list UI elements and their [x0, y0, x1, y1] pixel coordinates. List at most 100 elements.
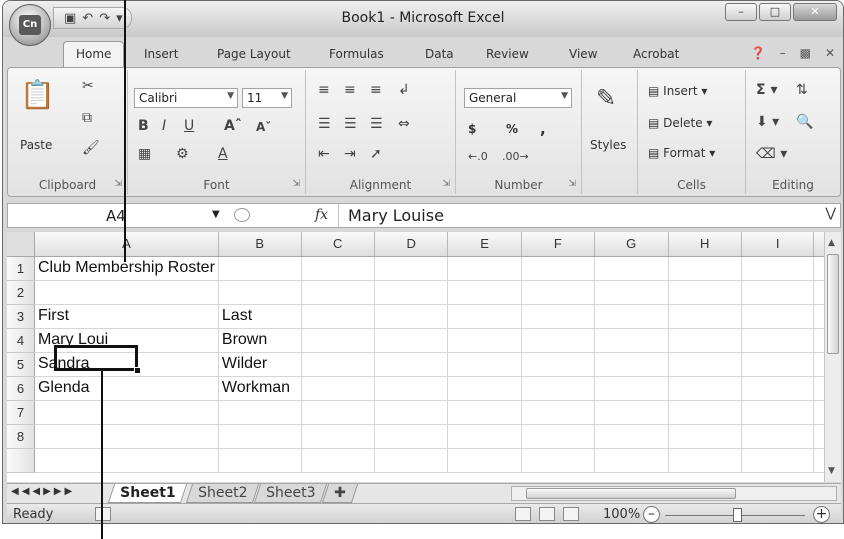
name-box[interactable]: A4 [8, 204, 224, 227]
cell[interactable] [301, 352, 375, 377]
row-header[interactable] [7, 448, 35, 473]
cell-a5[interactable]: Sandra [34, 352, 219, 377]
borders-icon[interactable]: ▦ [138, 146, 151, 162]
insert-cells-button[interactable]: ▤ Insert ▾ [648, 84, 707, 98]
styles-button[interactable]: Styles [590, 138, 626, 152]
cell[interactable] [741, 376, 815, 401]
column-header[interactable]: B [218, 232, 302, 257]
cell[interactable] [741, 352, 815, 377]
paste-button[interactable]: Paste [20, 138, 52, 152]
cell[interactable] [741, 328, 815, 353]
cell[interactable] [374, 448, 449, 473]
align-bottom-icon[interactable]: ≡ [370, 82, 382, 98]
cell[interactable] [521, 304, 595, 329]
cell[interactable] [301, 376, 375, 401]
cell[interactable] [301, 448, 375, 473]
scroll-down-icon[interactable]: ▼ [828, 466, 835, 476]
alignment-launcher-icon[interactable]: ⇲ [442, 179, 450, 189]
cell[interactable] [594, 376, 669, 401]
cell[interactable] [521, 256, 595, 281]
italic-icon[interactable]: I [162, 118, 166, 134]
horizontal-scroll-thumb[interactable] [526, 488, 736, 499]
row-header[interactable]: 6 [7, 376, 35, 401]
row-header[interactable]: 3 [7, 304, 35, 329]
tab-view[interactable]: View [569, 47, 597, 61]
office-button[interactable]: Cn [9, 4, 51, 46]
cell[interactable] [447, 400, 522, 425]
decrease-indent-icon[interactable]: ⇤ [318, 146, 330, 162]
column-header[interactable]: A [34, 232, 219, 257]
cell[interactable] [374, 400, 449, 425]
cell[interactable] [741, 280, 815, 305]
wrap-text-icon[interactable]: ↲ [398, 82, 410, 98]
format-cells-button[interactable]: ▤ Format ▾ [648, 146, 715, 160]
cell-a6[interactable]: Glenda [34, 376, 219, 401]
tab-review[interactable]: Review [486, 47, 529, 61]
sheet-tab-3[interactable]: Sheet3 [253, 484, 328, 503]
paste-icon[interactable]: 📋 [20, 78, 55, 111]
cell[interactable] [668, 280, 742, 305]
cell[interactable] [668, 328, 742, 353]
ribbon-restore-button[interactable]: ▩ [800, 46, 811, 60]
increase-decimal-icon[interactable]: ←.0 [468, 150, 488, 163]
cell-b3[interactable]: Last [218, 304, 302, 329]
cell[interactable] [374, 304, 449, 329]
ribbon-close-button[interactable]: ✕ [825, 46, 835, 60]
cell[interactable] [374, 256, 449, 281]
row-header[interactable]: 4 [7, 328, 35, 353]
row-header[interactable]: 1 [7, 256, 35, 281]
cell[interactable] [521, 400, 595, 425]
cell[interactable] [447, 448, 522, 473]
font-color-icon[interactable]: A [218, 146, 228, 162]
sheet-tab-2[interactable]: Sheet2 [185, 484, 260, 503]
currency-button[interactable]: $ [468, 122, 476, 136]
formula-input[interactable]: Mary Louise [348, 206, 444, 225]
save-icon[interactable]: ▣ [64, 11, 76, 26]
cell-b7[interactable] [218, 400, 302, 425]
cell[interactable] [594, 424, 669, 449]
percent-button[interactable]: % [506, 122, 518, 136]
cell[interactable] [521, 280, 595, 305]
fill-icon[interactable]: ⬇ ▾ [756, 114, 779, 130]
cell[interactable] [668, 352, 742, 377]
align-top-icon[interactable]: ≡ [318, 82, 330, 98]
cell[interactable] [521, 448, 595, 473]
scroll-up-icon[interactable]: ▲ [828, 238, 835, 248]
column-header[interactable]: G [594, 232, 669, 257]
zoom-out-icon[interactable]: – [643, 506, 660, 523]
copy-icon[interactable]: ⧉ [82, 110, 92, 126]
cell[interactable] [447, 328, 522, 353]
column-header[interactable]: E [447, 232, 522, 257]
cell-a4[interactable]: Mary Loui [34, 328, 219, 353]
align-center-icon[interactable]: ☰ [344, 116, 357, 132]
tab-home[interactable]: Home [63, 41, 125, 68]
cell-b2[interactable] [218, 280, 302, 305]
find-select-icon[interactable]: 🔍 [796, 114, 813, 130]
clear-icon[interactable]: ⌫ ▾ [756, 146, 787, 162]
cell[interactable] [374, 424, 449, 449]
cell[interactable] [741, 304, 815, 329]
cell[interactable] [594, 256, 669, 281]
align-middle-icon[interactable]: ≡ [344, 82, 356, 98]
vertical-scrollbar[interactable]: ▲ ▼ [824, 232, 841, 482]
styles-icon[interactable]: ✎ [596, 84, 616, 112]
insert-sheet-button[interactable]: ✚ [321, 484, 358, 503]
redo-icon[interactable]: ↷ [99, 11, 110, 26]
cell[interactable] [741, 424, 815, 449]
row-header[interactable]: 2 [7, 280, 35, 305]
format-painter-icon[interactable]: 🖌 [82, 140, 100, 156]
cell-a3[interactable]: First [34, 304, 219, 329]
comma-button[interactable]: , [540, 120, 546, 138]
cell[interactable] [521, 328, 595, 353]
cell[interactable] [521, 376, 595, 401]
number-launcher-icon[interactable]: ⇲ [568, 179, 576, 189]
column-header[interactable]: D [374, 232, 449, 257]
font-name-combo[interactable]: Calibri ▼ [134, 88, 238, 108]
zoom-slider-thumb[interactable] [733, 508, 742, 522]
cell-b1[interactable] [218, 256, 302, 281]
close-button[interactable]: ✕ [793, 3, 837, 21]
cell-a7[interactable] [34, 400, 219, 425]
macro-record-icon[interactable] [95, 507, 111, 521]
cell[interactable] [218, 448, 302, 473]
cell[interactable] [447, 352, 522, 377]
